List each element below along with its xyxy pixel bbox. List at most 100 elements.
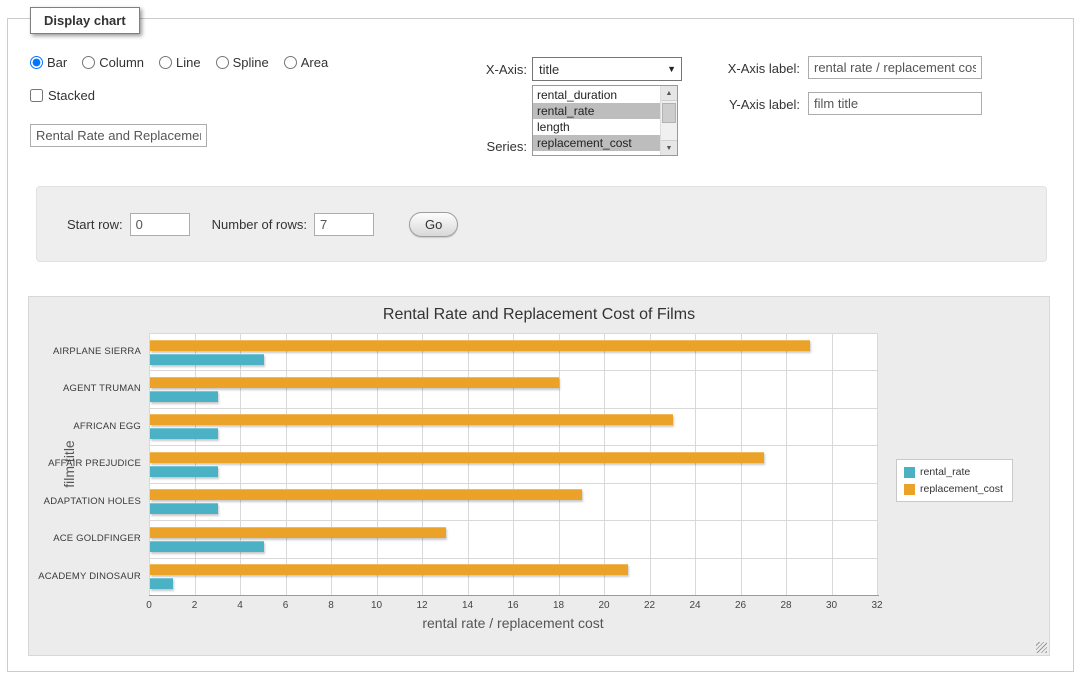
bar-rental_rate — [150, 428, 218, 439]
chart-legend: rental_rate replacement_cost — [896, 459, 1013, 502]
bar-rental_rate — [150, 503, 218, 514]
stacked-checkbox-row[interactable]: Stacked — [30, 88, 95, 103]
chart-type-radio-label: Spline — [233, 55, 269, 70]
stacked-checkbox[interactable] — [30, 89, 43, 102]
bar-rental_rate — [150, 541, 264, 552]
chart-title: Rental Rate and Replacement Cost of Film… — [29, 306, 1049, 324]
display-chart-page: Display chart Bar Column Line Spline Area St… — [0, 0, 1081, 681]
series-option-length[interactable]: length — [533, 119, 660, 135]
x-tick-label: 22 — [635, 600, 665, 611]
category-label: AFRICAN EGG — [29, 408, 141, 445]
series-listbox-scrollbar[interactable]: ▲ ▼ — [660, 86, 677, 155]
x-axis-label-input[interactable] — [808, 56, 982, 79]
x-tick-label: 8 — [316, 600, 346, 611]
start-row-label: Start row: — [67, 217, 123, 232]
v-gridline — [877, 333, 878, 595]
bar-rental_rate — [150, 466, 218, 477]
bar-rental_rate — [150, 391, 218, 402]
x-tick-label: 0 — [134, 600, 164, 611]
bar-replacement_cost — [150, 452, 764, 463]
v-gridline — [832, 333, 833, 595]
x-tick-label: 24 — [680, 600, 710, 611]
category-label: AGENT TRUMAN — [29, 370, 141, 407]
chart-type-radio-spline[interactable] — [216, 56, 229, 69]
x-tick-label: 20 — [589, 600, 619, 611]
x-tick-label: 2 — [180, 600, 210, 611]
chart-type-option-line[interactable]: Line — [159, 55, 201, 70]
x-axis-select[interactable]: title ▼ — [532, 57, 682, 81]
display-chart-legend: Display chart — [30, 7, 140, 34]
v-gridline — [331, 333, 332, 595]
x-axis-select-label: X-Axis: — [430, 62, 527, 77]
number-of-rows-input[interactable] — [314, 213, 374, 236]
chart-type-option-area[interactable]: Area — [284, 55, 328, 70]
series-listbox[interactable]: rental_durationrental_ratelengthreplacem… — [532, 85, 678, 156]
row-range-panel: Start row: Number of rows: Go — [36, 186, 1047, 262]
chart-type-radio-bar[interactable] — [30, 56, 43, 69]
bar-rental_rate — [150, 354, 264, 365]
v-gridline — [422, 333, 423, 595]
chart-type-radio-line[interactable] — [159, 56, 172, 69]
legend-swatch-icon — [904, 484, 915, 495]
y-axis-label-label: Y-Axis label: — [700, 97, 800, 112]
bar-replacement_cost — [150, 377, 559, 388]
v-gridline — [786, 333, 787, 595]
v-gridline — [377, 333, 378, 595]
v-gridline — [513, 333, 514, 595]
legend-item-replacement_cost[interactable]: replacement_cost — [904, 483, 1003, 495]
x-axis-line — [149, 595, 879, 596]
v-gridline — [741, 333, 742, 595]
series-options: rental_durationrental_ratelengthreplacem… — [533, 87, 660, 151]
x-tick-label: 28 — [771, 600, 801, 611]
x-tick-label: 32 — [862, 600, 892, 611]
bar-replacement_cost — [150, 414, 673, 425]
go-button[interactable]: Go — [409, 212, 458, 237]
v-gridline — [468, 333, 469, 595]
v-gridline — [149, 333, 150, 595]
x-tick-label: 14 — [453, 600, 483, 611]
x-tick-label: 4 — [225, 600, 255, 611]
series-option-replacement_cost[interactable]: replacement_cost — [533, 135, 660, 151]
start-row-input[interactable] — [130, 213, 190, 236]
x-axis-label-label: X-Axis label: — [700, 61, 800, 76]
chart-type-option-spline[interactable]: Spline — [216, 55, 269, 70]
x-tick-label: 16 — [498, 600, 528, 611]
legend-item-rental_rate[interactable]: rental_rate — [904, 466, 1003, 478]
chart-resize-handle-icon[interactable] — [1036, 642, 1047, 653]
series-option-rental_duration[interactable]: rental_duration — [533, 87, 660, 103]
x-tick-label: 18 — [544, 600, 574, 611]
x-tick-label: 12 — [407, 600, 437, 611]
chart-type-radio-label: Area — [301, 55, 328, 70]
bar-replacement_cost — [150, 340, 810, 351]
bar-replacement_cost — [150, 527, 446, 538]
scrollbar-down-arrow-icon[interactable]: ▼ — [661, 140, 677, 155]
chart-type-radio-column[interactable] — [82, 56, 95, 69]
legend-label: rental_rate — [920, 466, 970, 478]
x-axis-selected-value: title — [539, 62, 559, 77]
bar-replacement_cost — [150, 564, 628, 575]
chart-panel: Rental Rate and Replacement Cost of Film… — [28, 296, 1050, 656]
scrollbar-thumb[interactable] — [662, 103, 676, 123]
chart-type-option-column[interactable]: Column — [82, 55, 144, 70]
bar-rental_rate — [150, 578, 173, 589]
chart-type-radio-label: Line — [176, 55, 201, 70]
category-label: AIRPLANE SIERRA — [29, 333, 141, 370]
chart-type-option-bar[interactable]: Bar — [30, 55, 67, 70]
scrollbar-up-arrow-icon[interactable]: ▲ — [661, 86, 677, 101]
x-axis-title: rental rate / replacement cost — [149, 615, 877, 631]
v-gridline — [240, 333, 241, 595]
x-tick-label: 26 — [726, 600, 756, 611]
category-label: ACADEMY DINOSAUR — [29, 558, 141, 595]
chart-type-radio-area[interactable] — [284, 56, 297, 69]
series-option-rental_rate[interactable]: rental_rate — [533, 103, 660, 119]
v-gridline — [695, 333, 696, 595]
v-gridline — [650, 333, 651, 595]
x-tick-label: 10 — [362, 600, 392, 611]
x-tick-label: 6 — [271, 600, 301, 611]
chart-title-input[interactable] — [30, 124, 207, 147]
chart-type-radio-label: Bar — [47, 55, 67, 70]
category-label: AFFAIR PREJUDICE — [29, 445, 141, 482]
x-tick-label: 30 — [817, 600, 847, 611]
chart-type-radio-group: Bar Column Line Spline Area — [30, 55, 328, 70]
y-axis-label-input[interactable] — [808, 92, 982, 115]
